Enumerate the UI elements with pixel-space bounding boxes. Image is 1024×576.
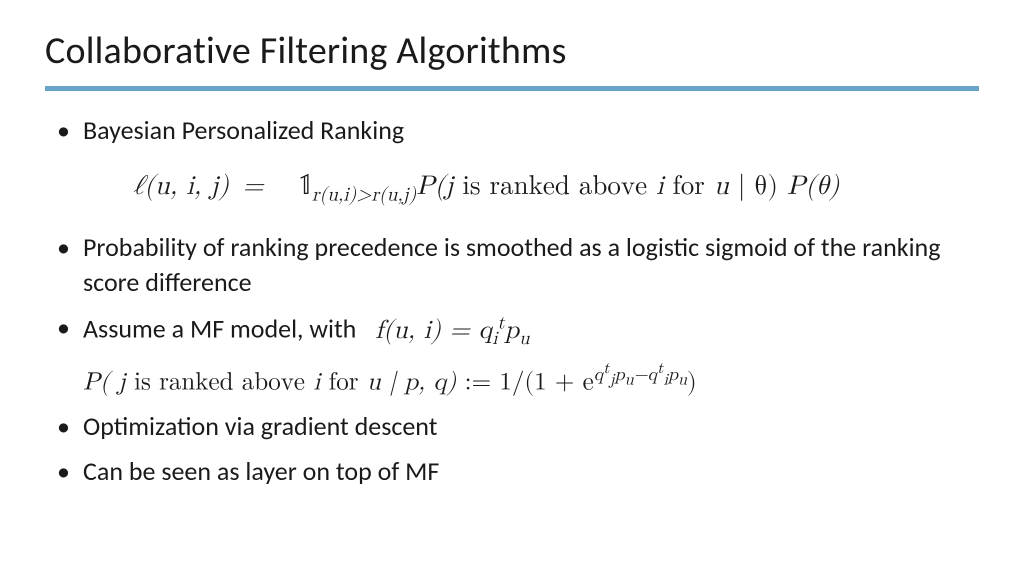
eq3-sub-u: u bbox=[519, 329, 529, 348]
bullet-item: Can be seen as layer on top of MF bbox=[57, 454, 979, 489]
eq3-sup-t: t bbox=[497, 313, 504, 332]
bullet-item: Probability of ranking precedence is smo… bbox=[57, 230, 979, 300]
equation-inline-3: f(u, i) = qitpu bbox=[375, 318, 529, 344]
eq1-u: u bbox=[714, 173, 729, 200]
eq4-def: := 1/(1 + e bbox=[456, 370, 593, 395]
eq4-for: for bbox=[320, 370, 367, 395]
eq4-p1: p bbox=[615, 366, 625, 384]
bullet-text: Optimization via gradient descent bbox=[83, 410, 437, 442]
eq1-ptheta: P(θ) bbox=[778, 173, 840, 200]
bullet-text: Assume a MF model, with bbox=[83, 313, 375, 345]
eq4-pj: P( j bbox=[83, 370, 126, 395]
eq3-f: f(u, i) = q bbox=[375, 318, 492, 344]
eq4-exponent: qtjpu−qtipu bbox=[594, 366, 687, 384]
eq4-u2: u bbox=[678, 373, 687, 389]
eq4-close: ) bbox=[687, 370, 697, 395]
equation-block-4: P( j is ranked above i for u | p, q) := … bbox=[83, 359, 979, 399]
bullet-list: Bayesian Personalized Ranking ℓ(u, i, j)… bbox=[57, 113, 979, 490]
eq4-u: u bbox=[367, 370, 381, 395]
eq4-q2: q bbox=[648, 366, 658, 384]
eq1-i: i bbox=[656, 173, 664, 200]
bullet-text: Can be seen as layer on top of MF bbox=[83, 455, 439, 487]
eq1-bar-theta: | θ) bbox=[729, 173, 778, 200]
eq1-indicator-sub: r(u,i)>r(u,j) bbox=[312, 184, 416, 204]
slide-title: Collaborative Filtering Algorithms bbox=[45, 28, 979, 74]
eq4-bar: | p, q) bbox=[381, 370, 457, 395]
bullet-item: Optimization via gradient descent bbox=[57, 409, 979, 444]
bullet-item: Assume a MF model, with f(u, i) = qitpu … bbox=[57, 310, 979, 399]
eq1-pj: P(j bbox=[416, 173, 453, 200]
eq4-p2: p bbox=[668, 366, 678, 384]
eq4-text: is ranked above bbox=[126, 370, 314, 395]
title-divider bbox=[45, 86, 979, 91]
eq1-for: for bbox=[664, 173, 714, 200]
eq1-text: is ranked above bbox=[453, 173, 656, 200]
eq4-q1: q bbox=[594, 366, 604, 384]
bullet-item: Bayesian Personalized Ranking ℓ(u, i, j)… bbox=[57, 113, 979, 208]
eq3-p: p bbox=[505, 318, 519, 344]
bullet-text: Probability of ranking precedence is smo… bbox=[83, 231, 940, 298]
equation-block-1: ℓ(u, i, j) = 𝟙r(u,i)>r(u,j)P(j is ranked… bbox=[133, 166, 979, 208]
bullet-text: Bayesian Personalized Ranking bbox=[83, 114, 404, 146]
eq1-lhs: ℓ(u, i, j) = bbox=[133, 173, 264, 200]
eq4-u1: u bbox=[625, 373, 634, 389]
indicator-symbol: 𝟙 bbox=[299, 171, 312, 202]
